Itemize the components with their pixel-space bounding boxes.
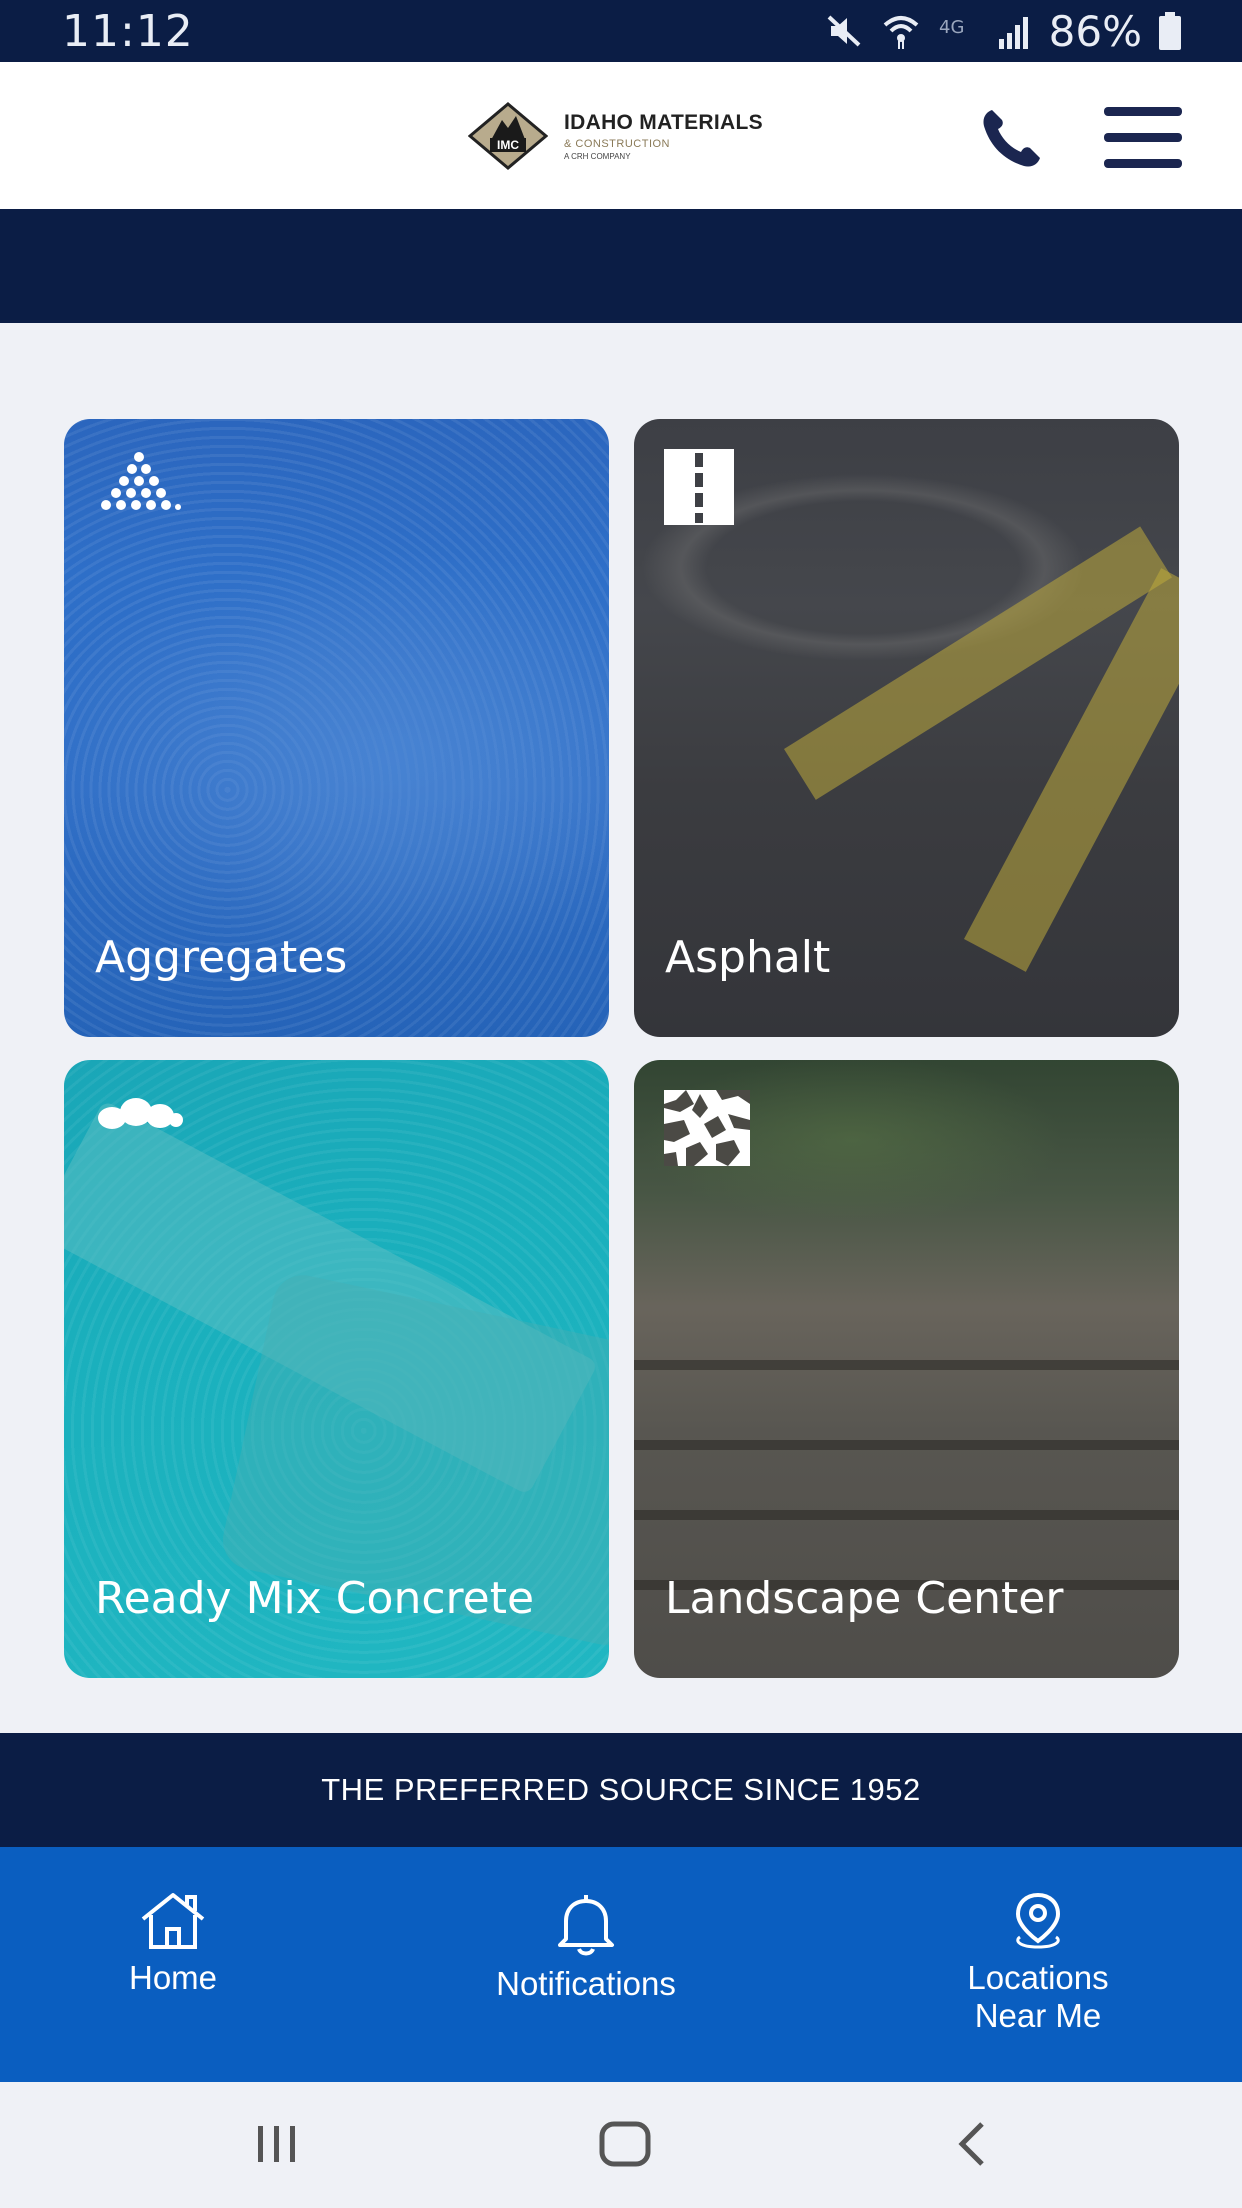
- android-navigation-bar: [0, 2082, 1242, 2208]
- aggregates-pile-icon: [101, 452, 181, 510]
- 4g-icon: 4G: [939, 17, 964, 38]
- svg-text:4G: 4G: [939, 17, 964, 38]
- hamburger-icon: [1104, 107, 1182, 116]
- tile-label: Asphalt: [665, 932, 831, 983]
- tile-label: Landscape Center: [665, 1573, 1064, 1624]
- tile-landscape-center[interactable]: Landscape Center: [634, 1060, 1179, 1678]
- concrete-icon: [98, 1098, 183, 1129]
- phone-icon: [983, 110, 1040, 167]
- bell-icon: [558, 1895, 614, 1956]
- recent-apps-icon[interactable]: [254, 2114, 300, 2174]
- stone-paver-icon: [664, 1090, 750, 1166]
- home-icon: [141, 1893, 205, 1949]
- logo-parent: A CRH COMPANY: [564, 152, 631, 161]
- battery-percent: 86%: [1048, 6, 1142, 56]
- wifi-icon: [883, 16, 918, 49]
- nav-home[interactable]: Home: [73, 1847, 273, 2082]
- nav-locations-label-2: Near Me: [974, 1997, 1102, 2034]
- logo-name: IDAHO MATERIALS: [564, 111, 763, 134]
- signal-icon: [998, 17, 1028, 49]
- battery-icon: [1159, 12, 1181, 50]
- tile-aggregates[interactable]: Aggregates: [64, 419, 609, 1037]
- hero-banner: [0, 209, 1242, 323]
- tagline: THE PREFERRED SOURCE SINCE 1952: [321, 1772, 921, 1807]
- tile-ready-mix-concrete[interactable]: Ready Mix Concrete: [64, 1060, 609, 1678]
- company-logo[interactable]: IMC IDAHO MATERIALS & CONSTRUCTION A CRH…: [468, 102, 763, 170]
- status-time: 11:12: [62, 6, 194, 57]
- tile-label: Ready Mix Concrete: [95, 1573, 535, 1624]
- logo-text: IDAHO MATERIALS & CONSTRUCTION A CRH COM…: [564, 111, 763, 161]
- tile-asphalt[interactable]: Asphalt: [634, 419, 1179, 1037]
- location-pin-icon: [1015, 1892, 1061, 1949]
- back-icon[interactable]: [954, 2114, 988, 2174]
- nav-home-label: Home: [128, 1959, 218, 1996]
- imc-diamond-logo-icon: IMC: [468, 102, 548, 170]
- logo-subtitle: & CONSTRUCTION: [564, 138, 670, 150]
- tile-label: Aggregates: [95, 932, 348, 983]
- nav-locations-near-me[interactable]: Locations Near Me: [918, 1847, 1158, 2082]
- mute-icon: [827, 15, 861, 47]
- app-header: IMC IDAHO MATERIALS & CONSTRUCTION A CRH…: [0, 62, 1242, 209]
- phone-button[interactable]: [978, 106, 1044, 172]
- status-bar: 11:12 4G 86%: [0, 0, 1242, 62]
- nav-notifications[interactable]: Notifications: [446, 1847, 726, 2082]
- nav-notifications-label: Notifications: [496, 1965, 676, 2002]
- bottom-navigation: Home Notifications Locations Near Me: [0, 1847, 1242, 2082]
- status-icons: 4G 86%: [825, 4, 1182, 58]
- tagline-bar: THE PREFERRED SOURCE SINCE 1952: [0, 1733, 1242, 1847]
- road-icon: [664, 449, 734, 525]
- svg-text:IMC: IMC: [497, 138, 519, 152]
- home-button-icon[interactable]: [598, 2114, 652, 2174]
- nav-locations-label-1: Locations: [967, 1959, 1109, 1996]
- hamburger-menu-button[interactable]: [1104, 107, 1182, 168]
